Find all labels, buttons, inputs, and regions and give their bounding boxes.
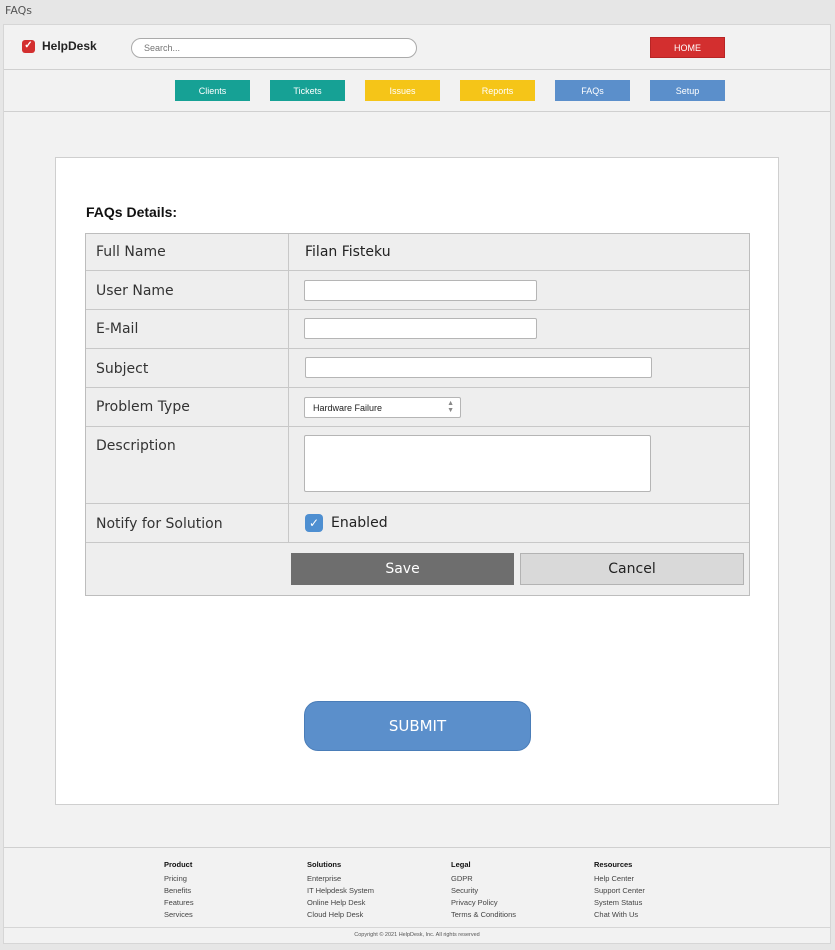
email-input[interactable] (304, 318, 537, 339)
header: ✓ HelpDesk HOME (4, 25, 830, 70)
nav-clients-button[interactable]: Clients (175, 80, 250, 101)
nav-reports-button[interactable]: Reports (460, 80, 535, 101)
description-textarea[interactable] (304, 435, 651, 492)
footer-link-services[interactable]: Services (164, 909, 194, 921)
form-title: FAQs Details: (86, 204, 178, 220)
user-name-input[interactable] (304, 280, 537, 301)
problem-type-label: Problem Type (86, 388, 289, 426)
footer-link-chat[interactable]: Chat With Us (594, 909, 645, 921)
footer-heading: Resources (594, 860, 633, 869)
home-button[interactable]: HOME (650, 37, 725, 58)
faqs-card: FAQs Details: Full Name Filan Fisteku Us… (55, 157, 779, 805)
footer-link-help-center[interactable]: Help Center (594, 873, 645, 885)
footer: Product Pricing Benefits Features Servic… (4, 847, 830, 944)
footer-col-solutions: Solutions Enterprise IT Helpdesk System … (307, 860, 374, 921)
footer-col-resources: Resources Help Center Support Center Sys… (594, 860, 645, 921)
notify-label: Notify for Solution (86, 504, 289, 542)
notify-checkbox-label: Enabled (331, 515, 388, 531)
footer-link-it-helpdesk[interactable]: IT Helpdesk System (307, 885, 374, 897)
row-notify: Notify for Solution ✓ Enabled (86, 504, 749, 543)
nav-faqs-button[interactable]: FAQs (555, 80, 630, 101)
row-full-name: Full Name Filan Fisteku (86, 234, 749, 271)
check-square-icon: ✓ (22, 39, 35, 53)
app-frame: ✓ HelpDesk HOME Clients Tickets Issues R… (3, 24, 831, 944)
footer-link-online-help-desk[interactable]: Online Help Desk (307, 897, 374, 909)
save-button[interactable]: Save (291, 553, 514, 585)
user-name-label: User Name (86, 271, 289, 309)
row-user-name: User Name (86, 271, 749, 310)
footer-heading: Legal (451, 860, 471, 869)
footer-link-privacy-policy[interactable]: Privacy Policy (451, 897, 516, 909)
footer-heading: Solutions (307, 860, 342, 869)
row-email: E-Mail (86, 310, 749, 349)
row-description: Description (86, 427, 749, 504)
logo-text: HelpDesk (42, 39, 97, 53)
cancel-button[interactable]: Cancel (520, 553, 744, 585)
logo[interactable]: ✓ HelpDesk (22, 39, 97, 53)
footer-col-product: Product Pricing Benefits Features Servic… (164, 860, 194, 921)
nav-issues-button[interactable]: Issues (365, 80, 440, 101)
copyright-text: Copyright © 2021 HelpDesk, Inc. All righ… (4, 927, 830, 938)
notify-checkbox[interactable]: ✓ (305, 514, 323, 532)
footer-link-pricing[interactable]: Pricing (164, 873, 194, 885)
subject-input[interactable] (305, 357, 652, 378)
footer-link-gdpr[interactable]: GDPR (451, 873, 516, 885)
footer-link-support-center[interactable]: Support Center (594, 885, 645, 897)
footer-col-legal: Legal GDPR Security Privacy Policy Terms… (451, 860, 516, 921)
nav-tickets-button[interactable]: Tickets (270, 80, 345, 101)
notify-checkbox-group[interactable]: ✓ Enabled (305, 514, 388, 532)
checkmark-icon: ✓ (308, 516, 320, 530)
window-title: FAQs (5, 4, 33, 17)
select-arrows-icon: ▲ ▼ (447, 400, 454, 414)
footer-heading: Product (164, 860, 193, 869)
description-label: Description (86, 427, 289, 503)
form-actions: Save Cancel (86, 543, 749, 595)
footer-link-terms[interactable]: Terms & Conditions (451, 909, 516, 921)
footer-link-enterprise[interactable]: Enterprise (307, 873, 374, 885)
footer-link-benefits[interactable]: Benefits (164, 885, 194, 897)
email-label: E-Mail (86, 310, 289, 348)
footer-link-security[interactable]: Security (451, 885, 516, 897)
row-subject: Subject (86, 349, 749, 388)
problem-type-select[interactable]: Hardware Failure ▲ ▼ (304, 397, 461, 418)
footer-link-system-status[interactable]: System Status (594, 897, 645, 909)
full-name-label: Full Name (86, 234, 289, 270)
search-input[interactable] (131, 38, 417, 58)
full-name-value: Filan Fisteku (305, 244, 391, 260)
footer-link-cloud-help-desk[interactable]: Cloud Help Desk (307, 909, 374, 921)
subject-label: Subject (86, 349, 289, 387)
problem-type-selected: Hardware Failure (313, 402, 383, 413)
footer-link-features[interactable]: Features (164, 897, 194, 909)
nav-bar: Clients Tickets Issues Reports FAQs Setu… (4, 70, 830, 112)
nav-setup-button[interactable]: Setup (650, 80, 725, 101)
faqs-form: Full Name Filan Fisteku User Name E-Mail… (85, 233, 750, 596)
submit-button[interactable]: SUBMIT (304, 701, 531, 751)
row-problem-type: Problem Type Hardware Failure ▲ ▼ (86, 388, 749, 427)
